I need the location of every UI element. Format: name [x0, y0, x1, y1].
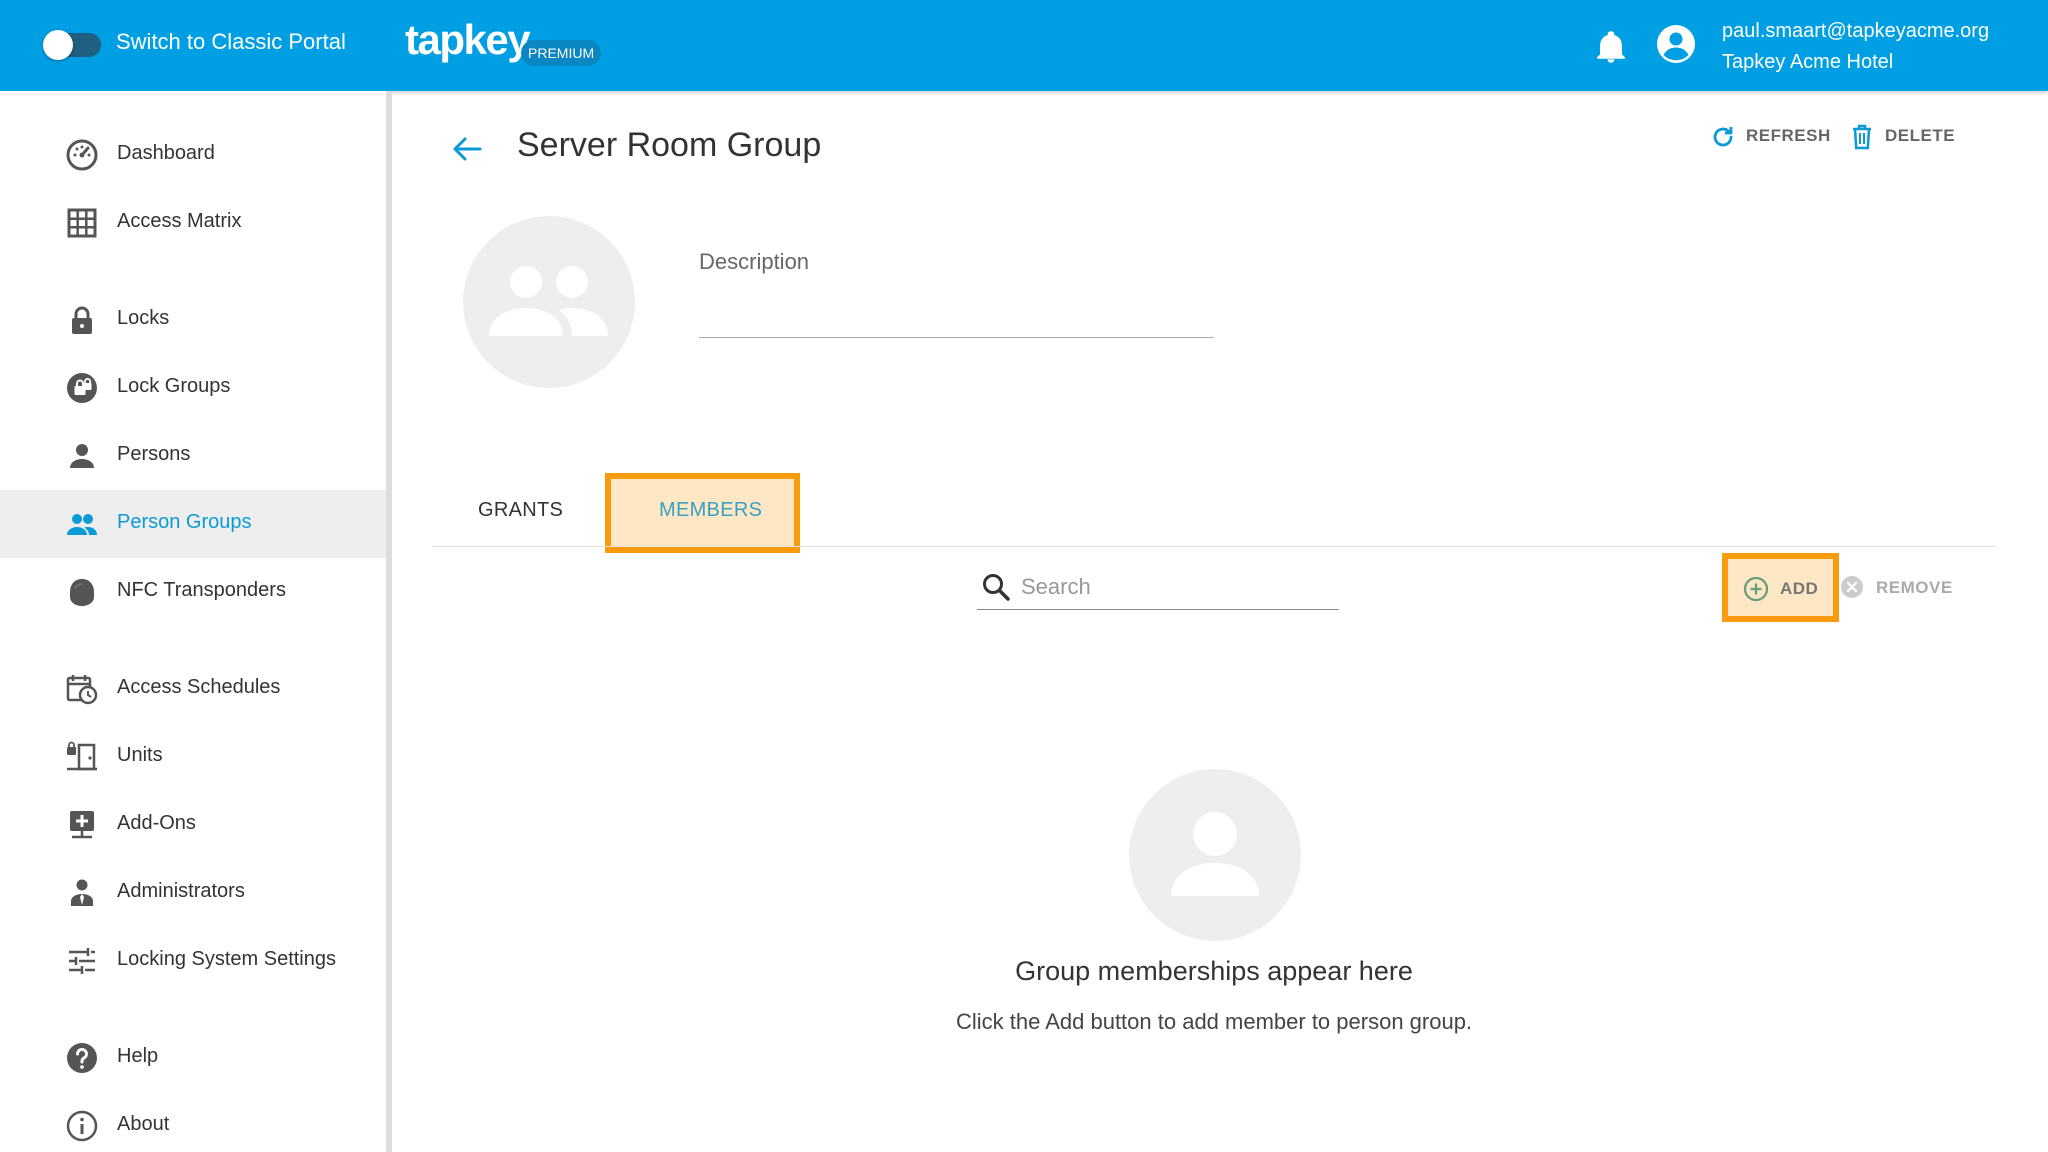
switch-to-classic-label[interactable]: Switch to Classic Portal [116, 29, 346, 55]
sidebar-item-label: Help [117, 1045, 159, 1067]
add-member-button[interactable]: ADD [1722, 553, 1839, 622]
sidebar-item-label: Dashboard [117, 142, 215, 164]
add-on-icon [70, 811, 94, 839]
search-icon [983, 574, 1010, 601]
sidebar-item-label: Locking System Settings [117, 948, 336, 970]
tab-grants[interactable]: GRANTS [448, 473, 592, 553]
remove-circle-icon [1841, 576, 1863, 598]
lock-icon [72, 306, 92, 334]
sidebar-item-label: Administrators [117, 880, 245, 902]
refresh-icon [1713, 127, 1733, 147]
add-circle-icon [1743, 576, 1769, 602]
member-search [977, 566, 1339, 610]
description-label: Description [699, 249, 810, 274]
sidebar-item-label: Units [117, 744, 163, 766]
sidebar-item-label: Access Schedules [117, 676, 281, 698]
sidebar-item-lock-groups[interactable]: Lock Groups [0, 354, 386, 422]
sidebar-item-locks[interactable]: Locks [0, 286, 386, 354]
empty-state-avatar [1129, 769, 1301, 941]
user-organization: Tapkey Acme Hotel [1722, 51, 1894, 73]
remove-label: REMOVE [1876, 578, 1953, 597]
back-arrow-icon[interactable] [450, 132, 484, 166]
sliders-icon [69, 948, 95, 974]
group-avatar [463, 216, 635, 388]
trash-icon [1853, 124, 1871, 150]
sidebar-item-persons[interactable]: Persons [0, 422, 386, 490]
toggle-knob [43, 30, 73, 60]
description-field[interactable] [699, 290, 1214, 338]
dashboard-icon [66, 139, 98, 171]
tabs-divider [432, 546, 1996, 547]
unit-door-icon [67, 741, 97, 771]
tab-members[interactable]: MEMBERS [605, 473, 800, 553]
person-icon [1171, 812, 1259, 896]
sidebar-item-administrators[interactable]: Administrators [0, 859, 386, 927]
sidebar-item-dashboard[interactable]: Dashboard [0, 121, 386, 189]
sidebar-item-nfc-transponders[interactable]: NFC Transponders [0, 558, 386, 626]
sidebar-item-label: Add-Ons [117, 812, 196, 834]
transponder-icon [70, 579, 94, 606]
people-icon [67, 514, 97, 535]
help-icon [67, 1043, 97, 1073]
tab-label: GRANTS [478, 499, 564, 521]
empty-state-title: Group memberships appear here [1015, 956, 1413, 986]
premium-badge: PREMIUM [521, 40, 602, 66]
sidebar-item-locking-system-settings[interactable]: Locking System Settings [0, 927, 386, 995]
sidebar-item-label: Lock Groups [117, 375, 231, 397]
delete-label: DELETE [1885, 126, 1956, 145]
page-title: Server Room Group [517, 126, 822, 164]
calendar-clock-icon [66, 675, 98, 705]
refresh-label: REFRESH [1746, 126, 1831, 145]
empty-state-subtitle: Click the Add button to add member to pe… [955, 1009, 1473, 1034]
sidebar-item-label: NFC Transponders [117, 579, 286, 601]
sidebar-item-about[interactable]: About [0, 1092, 386, 1152]
sidebar-item-units[interactable]: Units [0, 723, 386, 791]
sidebar-item-access-schedules[interactable]: Access Schedules [0, 655, 386, 723]
tapkey-logo: tapkey [405, 16, 531, 63]
notification-bell-icon[interactable] [1596, 30, 1626, 64]
sidebar-item-help[interactable]: Help [0, 1024, 386, 1092]
top-app-bar: Switch to Classic Portal tapkey PREMIUM … [0, 0, 2048, 91]
grid-icon [67, 208, 97, 238]
sidebar-item-label: Persons [117, 443, 191, 465]
sidebar-item-label: Access Matrix [117, 210, 242, 232]
add-label: ADD [1780, 579, 1819, 598]
sidebar-item-label: Person Groups [117, 511, 252, 533]
sidebar-item-person-groups[interactable]: Person Groups [0, 490, 386, 558]
classic-portal-toggle[interactable] [43, 30, 101, 60]
sidebar-item-access-matrix[interactable]: Access Matrix [0, 189, 386, 257]
user-email: paul.smaart@tapkeyacme.org [1722, 20, 1990, 42]
sidebar-item-label: Locks [117, 307, 170, 329]
lock-group-icon [67, 373, 97, 403]
sidebar-item-add-ons[interactable]: Add-Ons [0, 791, 386, 859]
tab-label: MEMBERS [659, 499, 763, 521]
info-icon [66, 1110, 98, 1142]
administrator-icon [71, 879, 93, 906]
sidebar-nav: Dashboard Access Matrix Locks Lock Group… [0, 91, 392, 1152]
search-input[interactable] [1021, 570, 1331, 604]
account-avatar-icon[interactable] [1656, 24, 1696, 64]
person-icon [70, 444, 94, 468]
sidebar-item-label: About [117, 1113, 170, 1135]
people-icon [489, 266, 608, 336]
